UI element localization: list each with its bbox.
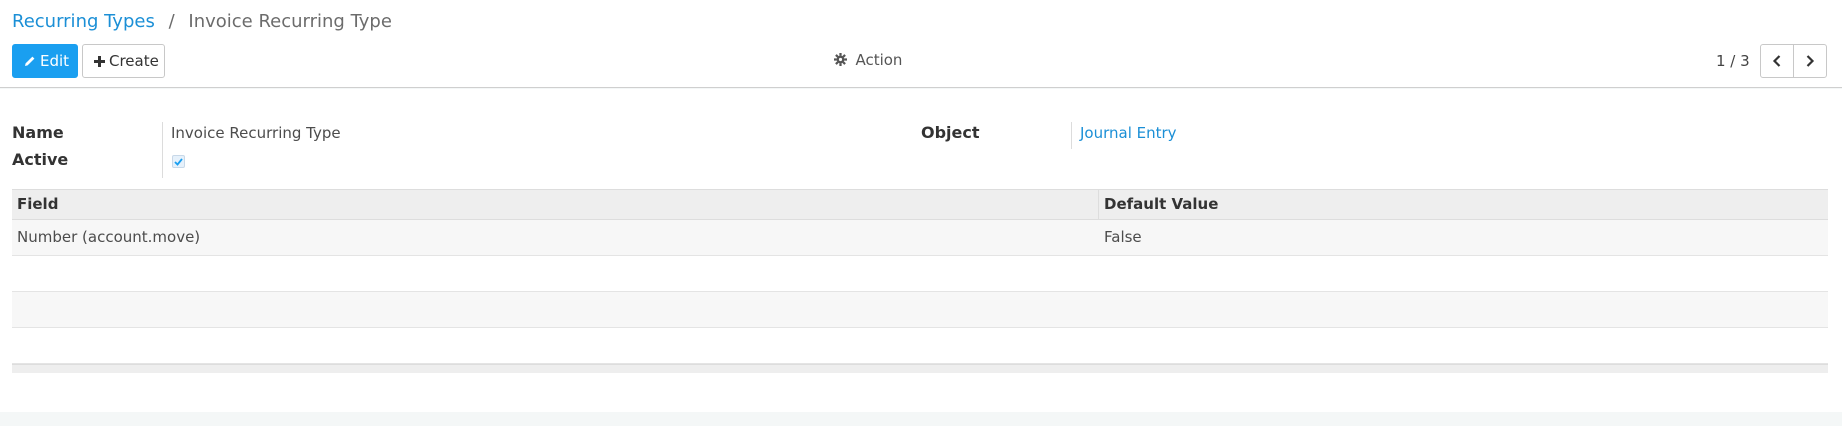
- default-values-table: Field Default Value Number (account.move…: [12, 189, 1828, 373]
- action-label: Action: [855, 51, 903, 69]
- table-footer: [12, 364, 1828, 373]
- pager-value[interactable]: 1 / 3: [1716, 50, 1750, 72]
- cell-field: Number (account.move): [17, 228, 201, 246]
- gear-icon: [834, 53, 851, 69]
- active-checkbox[interactable]: [172, 155, 185, 168]
- table-header: Field Default Value: [12, 189, 1828, 220]
- table-row-empty: [12, 328, 1828, 364]
- object-separator: [1071, 122, 1072, 149]
- chevron-right-icon: [1805, 52, 1815, 71]
- field-separator: [162, 122, 163, 178]
- breadcrumb-current: Invoice Recurring Type: [188, 11, 392, 32]
- table-row[interactable]: Number (account.move) False: [12, 220, 1828, 256]
- breadcrumb-separator: /: [168, 11, 175, 32]
- column-header-default-value[interactable]: Default Value: [1099, 190, 1828, 219]
- edit-button-label: Edit: [40, 52, 70, 70]
- object-label: Object: [921, 123, 980, 142]
- pencil-icon: [24, 46, 36, 78]
- object-link[interactable]: Journal Entry: [1080, 122, 1177, 144]
- action-menu[interactable]: Action: [834, 48, 902, 73]
- edit-button[interactable]: Edit: [12, 44, 78, 78]
- control-panel: Recurring Types / Invoice Recurring Type…: [0, 0, 1842, 88]
- create-button[interactable]: Create: [82, 44, 165, 78]
- breadcrumb-parent-link[interactable]: Recurring Types: [12, 11, 155, 32]
- cell-default-value: False: [1104, 228, 1142, 246]
- name-value: Invoice Recurring Type: [171, 124, 341, 142]
- table-row-empty: [12, 292, 1828, 328]
- create-button-label: Create: [109, 52, 159, 70]
- active-label: Active: [12, 150, 69, 169]
- pager-next-button[interactable]: [1793, 44, 1827, 78]
- name-label: Name: [12, 123, 64, 142]
- breadcrumb: Recurring Types / Invoice Recurring Type: [12, 10, 392, 34]
- plus-icon: [94, 46, 105, 78]
- column-header-field[interactable]: Field: [12, 190, 1099, 219]
- pager-previous-button[interactable]: [1760, 44, 1794, 78]
- chevron-left-icon: [1772, 52, 1782, 71]
- table-row-empty: [12, 256, 1828, 292]
